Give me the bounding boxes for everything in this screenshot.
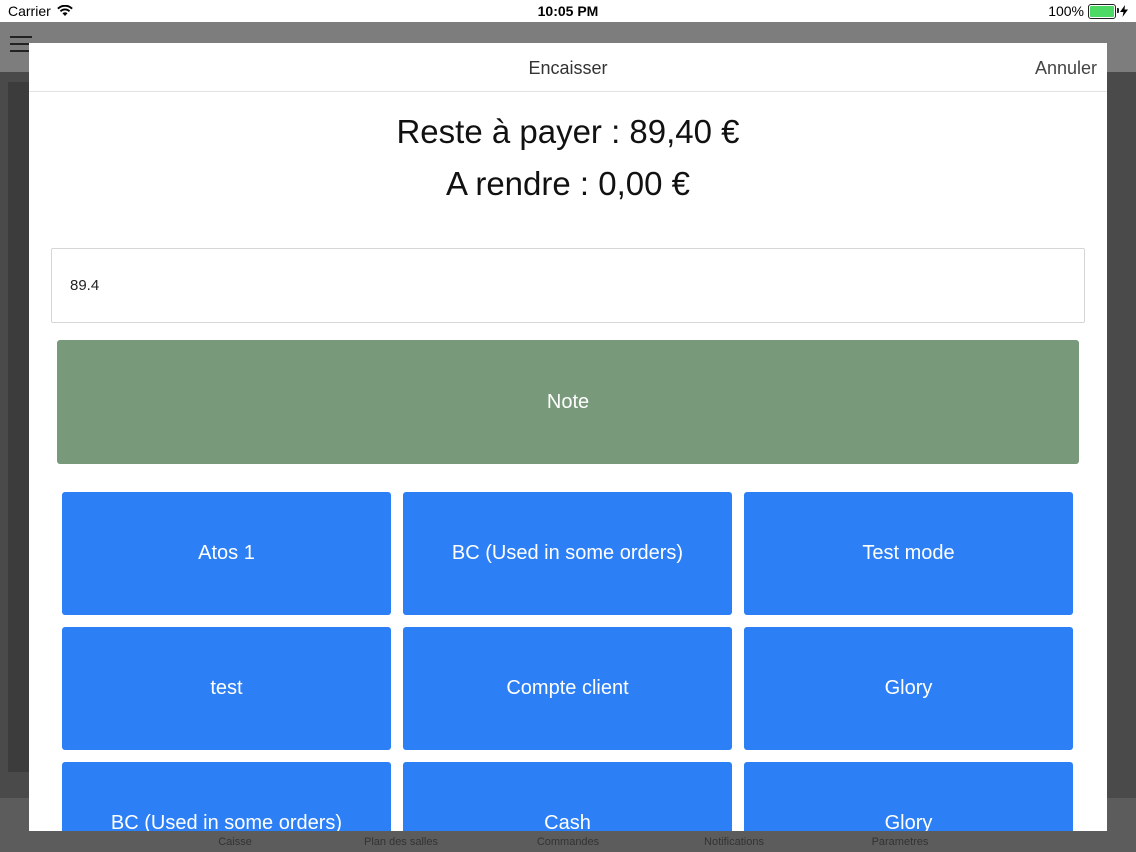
payment-method-button[interactable]: BC (Used in some orders): [62, 762, 391, 831]
status-right: 100%: [1048, 3, 1128, 19]
payment-method-button[interactable]: Cash: [403, 762, 732, 831]
charging-icon: [1120, 5, 1128, 17]
tab-caisse: Caisse: [218, 836, 252, 848]
tab-plan-des-salles: Plan des salles: [364, 836, 438, 848]
note-button[interactable]: Note: [57, 340, 1079, 464]
payment-method-button[interactable]: Test mode: [744, 492, 1073, 615]
tab-parametres: Parametres: [871, 836, 929, 848]
amount-input[interactable]: [51, 248, 1085, 323]
payment-method-button[interactable]: Glory: [744, 627, 1073, 750]
status-time: 10:05 PM: [537, 3, 599, 19]
background-sidebar: [8, 82, 30, 772]
payment-method-button[interactable]: Compte client: [403, 627, 732, 750]
status-bar: Carrier 10:05 PM 100%: [0, 0, 1136, 22]
tab-notifications: Notifications: [704, 836, 764, 848]
payment-method-button[interactable]: Glory: [744, 762, 1073, 831]
payment-method-button[interactable]: BC (Used in some orders): [403, 492, 732, 615]
cancel-button[interactable]: Annuler: [1035, 58, 1097, 79]
modal-title: Encaisser: [528, 58, 608, 78]
payment-modal: Encaisser Annuler Reste à payer : 89,40 …: [29, 43, 1107, 831]
modal-header: Encaisser Annuler: [29, 43, 1107, 92]
battery-icon: [1088, 3, 1119, 19]
payment-method-button[interactable]: test: [62, 627, 391, 750]
change-amount: A rendre : 0,00 €: [445, 165, 690, 202]
payment-method-button[interactable]: Atos 1: [62, 492, 391, 615]
remaining-amount: Reste à payer : 89,40 €: [396, 113, 740, 150]
tab-commandes: Commandes: [536, 836, 600, 848]
battery-percent: 100%: [1048, 3, 1084, 19]
